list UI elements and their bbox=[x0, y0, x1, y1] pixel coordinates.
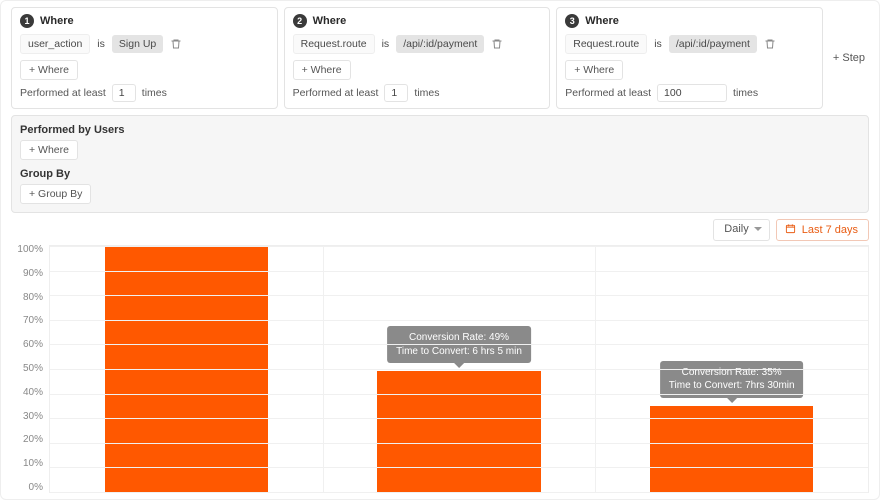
tooltip-line: Time to Convert: 7hrs 30min bbox=[669, 379, 795, 393]
calendar-icon bbox=[785, 223, 796, 237]
performed-row: Performed at least 100 times bbox=[565, 84, 814, 102]
trash-icon[interactable] bbox=[491, 38, 503, 50]
group-by-label: Group By bbox=[20, 168, 860, 180]
step-card-3: 3 Where Request.route is /api/:id/paymen… bbox=[556, 7, 823, 109]
y-tick: 60% bbox=[23, 340, 43, 350]
gridline bbox=[50, 320, 868, 321]
y-tick: 30% bbox=[23, 412, 43, 422]
vline bbox=[323, 246, 324, 492]
y-tick: 90% bbox=[23, 269, 43, 279]
y-tick: 80% bbox=[23, 293, 43, 303]
performed-by-label: Performed by Users bbox=[20, 124, 860, 136]
field-chip[interactable]: user_action bbox=[20, 34, 90, 54]
performed-prefix: Performed at least bbox=[20, 87, 106, 99]
op-text: is bbox=[654, 35, 662, 53]
add-step-button[interactable]: + Step bbox=[829, 48, 869, 68]
date-range-label: Last 7 days bbox=[802, 224, 858, 236]
gridline bbox=[50, 467, 868, 468]
y-tick: 10% bbox=[23, 459, 43, 469]
group-by-add-button[interactable]: + Group By bbox=[20, 184, 91, 204]
gridline bbox=[50, 344, 868, 345]
chart-plot: Conversion Rate: 49%Time to Convert: 6 h… bbox=[49, 245, 869, 493]
step-number-badge: 3 bbox=[565, 14, 579, 28]
performed-row: Performed at least 1 times bbox=[293, 84, 542, 102]
add-where-button[interactable]: + Where bbox=[293, 60, 351, 80]
add-where-button[interactable]: + Where bbox=[565, 60, 623, 80]
where-clause: Request.route is /api/:id/payment bbox=[565, 34, 814, 54]
chart-wrap: 100% 90% 80% 70% 60% 50% 40% 30% 20% 10% 0% Conver… bbox=[11, 245, 869, 493]
y-tick: 40% bbox=[23, 388, 43, 398]
step-header: 1 Where bbox=[20, 14, 269, 28]
step-card-1: 1 Where user_action is Sign Up + Where P… bbox=[11, 7, 278, 109]
y-axis: 100% 90% 80% 70% 60% 50% 40% 30% 20% 10% 0% bbox=[11, 245, 49, 493]
tooltip-line: Conversion Rate: 49% bbox=[396, 331, 522, 345]
trash-icon[interactable] bbox=[170, 38, 182, 50]
performed-suffix: times bbox=[414, 87, 439, 99]
field-chip[interactable]: Request.route bbox=[565, 34, 647, 54]
steps-row: 1 Where user_action is Sign Up + Where P… bbox=[11, 7, 869, 109]
performed-row: Performed at least 1 times bbox=[20, 84, 269, 102]
op-text: is bbox=[97, 35, 105, 53]
funnel-builder: 1 Where user_action is Sign Up + Where P… bbox=[0, 0, 880, 500]
period-select[interactable]: Daily bbox=[713, 219, 769, 241]
step-card-2: 2 Where Request.route is /api/:id/paymen… bbox=[284, 7, 551, 109]
where-clause: Request.route is /api/:id/payment bbox=[293, 34, 542, 54]
add-where-button[interactable]: + Where bbox=[20, 60, 78, 80]
gridline bbox=[50, 394, 868, 395]
value-chip[interactable]: Sign Up bbox=[112, 35, 163, 53]
performed-prefix: Performed at least bbox=[565, 87, 651, 99]
field-chip[interactable]: Request.route bbox=[293, 34, 375, 54]
tooltip-line: Conversion Rate: 35% bbox=[669, 366, 795, 380]
chart-toolbar: Daily Last 7 days bbox=[11, 219, 869, 241]
gridline bbox=[50, 271, 868, 272]
bar[interactable] bbox=[377, 371, 541, 492]
gridline bbox=[50, 418, 868, 419]
chart-panel: Daily Last 7 days 100% 90% 80% 70% 60% 50% 40%… bbox=[11, 219, 869, 493]
y-tick: 100% bbox=[17, 245, 43, 255]
performed-prefix: Performed at least bbox=[293, 87, 379, 99]
performed-count-input[interactable]: 1 bbox=[112, 84, 136, 102]
performed-count-input[interactable]: 1 bbox=[384, 84, 408, 102]
step-title: Where bbox=[313, 15, 347, 27]
gridline bbox=[50, 295, 868, 296]
where-clause: user_action is Sign Up bbox=[20, 34, 269, 54]
gridline bbox=[50, 369, 868, 370]
y-tick: 50% bbox=[23, 364, 43, 374]
vline bbox=[595, 246, 596, 492]
performed-suffix: times bbox=[733, 87, 758, 99]
step-title: Where bbox=[585, 15, 619, 27]
performed-by-add-button[interactable]: + Where bbox=[20, 140, 78, 160]
performed-count-input[interactable]: 100 bbox=[657, 84, 727, 102]
step-header: 3 Where bbox=[565, 14, 814, 28]
filters-bar: Performed by Users + Where Group By + Gr… bbox=[11, 115, 869, 213]
value-chip[interactable]: /api/:id/payment bbox=[396, 35, 484, 53]
gridline bbox=[50, 443, 868, 444]
date-range-button[interactable]: Last 7 days bbox=[776, 219, 869, 241]
y-tick: 20% bbox=[23, 435, 43, 445]
step-number-badge: 1 bbox=[20, 14, 34, 28]
trash-icon[interactable] bbox=[764, 38, 776, 50]
gridline bbox=[50, 246, 868, 247]
y-tick: 70% bbox=[23, 316, 43, 326]
performed-suffix: times bbox=[142, 87, 167, 99]
tooltip-line: Time to Convert: 6 hrs 5 min bbox=[396, 345, 522, 359]
step-title: Where bbox=[40, 15, 74, 27]
tooltip: Conversion Rate: 35%Time to Convert: 7hr… bbox=[660, 361, 804, 398]
step-number-badge: 2 bbox=[293, 14, 307, 28]
value-chip[interactable]: /api/:id/payment bbox=[669, 35, 757, 53]
step-header: 2 Where bbox=[293, 14, 542, 28]
op-text: is bbox=[382, 35, 390, 53]
y-tick: 0% bbox=[29, 483, 43, 493]
gridline bbox=[50, 492, 868, 493]
